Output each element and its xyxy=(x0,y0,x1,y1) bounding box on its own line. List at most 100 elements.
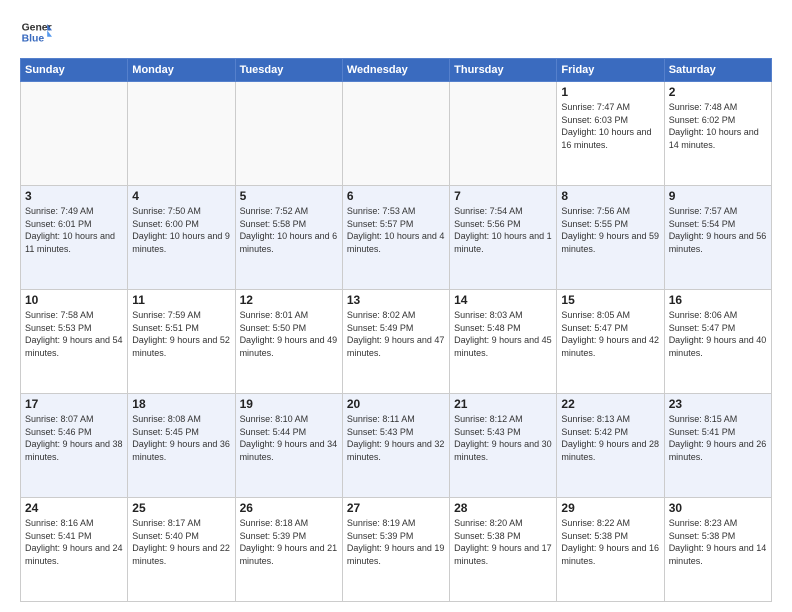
day-info: Sunrise: 8:20 AM Sunset: 5:38 PM Dayligh… xyxy=(454,517,552,567)
day-info: Sunrise: 8:06 AM Sunset: 5:47 PM Dayligh… xyxy=(669,309,767,359)
logo: General Blue xyxy=(20,16,52,48)
calendar-table: SundayMondayTuesdayWednesdayThursdayFrid… xyxy=(20,58,772,602)
week-row-1: 1 Sunrise: 7:47 AM Sunset: 6:03 PM Daylig… xyxy=(21,82,772,186)
day-info: Sunrise: 8:18 AM Sunset: 5:39 PM Dayligh… xyxy=(240,517,338,567)
day-number: 9 xyxy=(669,189,767,203)
calendar-cell: 13 Sunrise: 8:02 AM Sunset: 5:49 PM Dayli… xyxy=(342,290,449,394)
calendar-cell: 17Sunrise: 8:07 AM Sunset: 5:46 PM Dayli… xyxy=(21,394,128,498)
day-info: Sunrise: 7:58 AM Sunset: 5:53 PM Dayligh… xyxy=(25,309,123,359)
day-info: Sunrise: 8:08 AM Sunset: 5:45 PM Dayligh… xyxy=(132,413,230,463)
page: General Blue SundayMondayTuesdayWednesda… xyxy=(0,0,792,612)
header: General Blue xyxy=(20,16,772,48)
calendar-cell: 3 Sunrise: 7:49 AM Sunset: 6:01 PM Daylig… xyxy=(21,186,128,290)
calendar-cell: 21 Sunrise: 8:12 AM Sunset: 5:43 PM Dayli… xyxy=(450,394,557,498)
calendar-cell: 24 Sunrise: 8:16 AM Sunset: 5:41 PM Dayli… xyxy=(21,498,128,602)
day-info: Sunrise: 7:47 AM Sunset: 6:03 PM Dayligh… xyxy=(561,101,659,151)
logo-icon: General Blue xyxy=(20,16,52,48)
week-row-4: 17Sunrise: 8:07 AM Sunset: 5:46 PM Dayli… xyxy=(21,394,772,498)
calendar-cell: 16 Sunrise: 8:06 AM Sunset: 5:47 PM Dayli… xyxy=(664,290,771,394)
calendar-cell: 26 Sunrise: 8:18 AM Sunset: 5:39 PM Dayli… xyxy=(235,498,342,602)
day-number: 5 xyxy=(240,189,338,203)
calendar-cell: 2 Sunrise: 7:48 AM Sunset: 6:02 PM Daylig… xyxy=(664,82,771,186)
calendar-cell: 28Sunrise: 8:20 AM Sunset: 5:38 PM Dayli… xyxy=(450,498,557,602)
day-info: Sunrise: 8:16 AM Sunset: 5:41 PM Dayligh… xyxy=(25,517,123,567)
day-info: Sunrise: 7:48 AM Sunset: 6:02 PM Dayligh… xyxy=(669,101,767,151)
day-number: 16 xyxy=(669,293,767,307)
calendar-cell xyxy=(21,82,128,186)
weekday-header-row: SundayMondayTuesdayWednesdayThursdayFrid… xyxy=(21,59,772,82)
calendar-cell: 18 Sunrise: 8:08 AM Sunset: 5:45 PM Dayli… xyxy=(128,394,235,498)
day-info: Sunrise: 7:56 AM Sunset: 5:55 PM Dayligh… xyxy=(561,205,659,255)
day-number: 25 xyxy=(132,501,230,515)
calendar-cell: 25 Sunrise: 8:17 AM Sunset: 5:40 PM Dayli… xyxy=(128,498,235,602)
day-info: Sunrise: 7:49 AM Sunset: 6:01 PM Dayligh… xyxy=(25,205,123,255)
weekday-thursday: Thursday xyxy=(450,59,557,82)
day-info: Sunrise: 7:52 AM Sunset: 5:58 PM Dayligh… xyxy=(240,205,338,255)
day-number: 18 xyxy=(132,397,230,411)
weekday-monday: Monday xyxy=(128,59,235,82)
calendar-cell: 30 Sunrise: 8:23 AM Sunset: 5:38 PM Dayli… xyxy=(664,498,771,602)
day-number: 20 xyxy=(347,397,445,411)
day-number: 24 xyxy=(25,501,123,515)
day-info: Sunrise: 7:53 AM Sunset: 5:57 PM Dayligh… xyxy=(347,205,445,255)
day-number: 6 xyxy=(347,189,445,203)
calendar-cell: 20 Sunrise: 8:11 AM Sunset: 5:43 PM Dayli… xyxy=(342,394,449,498)
day-info: Sunrise: 7:54 AM Sunset: 5:56 PM Dayligh… xyxy=(454,205,552,255)
calendar-cell: 10 Sunrise: 7:58 AM Sunset: 5:53 PM Dayli… xyxy=(21,290,128,394)
calendar-cell: 11Sunrise: 7:59 AM Sunset: 5:51 PM Dayli… xyxy=(128,290,235,394)
calendar-cell: 6 Sunrise: 7:53 AM Sunset: 5:57 PM Daylig… xyxy=(342,186,449,290)
day-number: 22 xyxy=(561,397,659,411)
calendar-cell: 27 Sunrise: 8:19 AM Sunset: 5:39 PM Dayli… xyxy=(342,498,449,602)
calendar-cell: 8 Sunrise: 7:56 AM Sunset: 5:55 PM Daylig… xyxy=(557,186,664,290)
week-row-5: 24 Sunrise: 8:16 AM Sunset: 5:41 PM Dayli… xyxy=(21,498,772,602)
day-number: 8 xyxy=(561,189,659,203)
day-number: 19 xyxy=(240,397,338,411)
calendar-cell: 12Sunrise: 8:01 AM Sunset: 5:50 PM Dayli… xyxy=(235,290,342,394)
day-info: Sunrise: 8:07 AM Sunset: 5:46 PM Dayligh… xyxy=(25,413,123,463)
weekday-saturday: Saturday xyxy=(664,59,771,82)
day-number: 21 xyxy=(454,397,552,411)
day-info: Sunrise: 8:23 AM Sunset: 5:38 PM Dayligh… xyxy=(669,517,767,567)
calendar-cell: 5 Sunrise: 7:52 AM Sunset: 5:58 PM Daylig… xyxy=(235,186,342,290)
calendar-cell: 1 Sunrise: 7:47 AM Sunset: 6:03 PM Daylig… xyxy=(557,82,664,186)
day-info: Sunrise: 8:17 AM Sunset: 5:40 PM Dayligh… xyxy=(132,517,230,567)
day-number: 2 xyxy=(669,85,767,99)
calendar-cell: 23 Sunrise: 8:15 AM Sunset: 5:41 PM Dayli… xyxy=(664,394,771,498)
day-number: 10 xyxy=(25,293,123,307)
day-info: Sunrise: 8:05 AM Sunset: 5:47 PM Dayligh… xyxy=(561,309,659,359)
day-number: 11 xyxy=(132,293,230,307)
day-info: Sunrise: 8:10 AM Sunset: 5:44 PM Dayligh… xyxy=(240,413,338,463)
calendar-cell xyxy=(235,82,342,186)
calendar-cell: 4 Sunrise: 7:50 AM Sunset: 6:00 PM Daylig… xyxy=(128,186,235,290)
day-info: Sunrise: 8:01 AM Sunset: 5:50 PM Dayligh… xyxy=(240,309,338,359)
calendar-cell xyxy=(450,82,557,186)
day-number: 15 xyxy=(561,293,659,307)
day-info: Sunrise: 8:13 AM Sunset: 5:42 PM Dayligh… xyxy=(561,413,659,463)
calendar-cell xyxy=(128,82,235,186)
weekday-wednesday: Wednesday xyxy=(342,59,449,82)
day-info: Sunrise: 8:02 AM Sunset: 5:49 PM Dayligh… xyxy=(347,309,445,359)
day-number: 4 xyxy=(132,189,230,203)
day-info: Sunrise: 8:15 AM Sunset: 5:41 PM Dayligh… xyxy=(669,413,767,463)
day-number: 1 xyxy=(561,85,659,99)
day-number: 26 xyxy=(240,501,338,515)
calendar-cell: 29 Sunrise: 8:22 AM Sunset: 5:38 PM Dayli… xyxy=(557,498,664,602)
day-number: 27 xyxy=(347,501,445,515)
day-number: 3 xyxy=(25,189,123,203)
day-number: 29 xyxy=(561,501,659,515)
day-info: Sunrise: 8:22 AM Sunset: 5:38 PM Dayligh… xyxy=(561,517,659,567)
day-info: Sunrise: 7:50 AM Sunset: 6:00 PM Dayligh… xyxy=(132,205,230,255)
day-number: 23 xyxy=(669,397,767,411)
day-info: Sunrise: 8:12 AM Sunset: 5:43 PM Dayligh… xyxy=(454,413,552,463)
day-number: 14 xyxy=(454,293,552,307)
day-info: Sunrise: 8:19 AM Sunset: 5:39 PM Dayligh… xyxy=(347,517,445,567)
day-info: Sunrise: 8:11 AM Sunset: 5:43 PM Dayligh… xyxy=(347,413,445,463)
day-number: 13 xyxy=(347,293,445,307)
calendar-cell: 9Sunrise: 7:57 AM Sunset: 5:54 PM Daylig… xyxy=(664,186,771,290)
weekday-tuesday: Tuesday xyxy=(235,59,342,82)
calendar-cell: 15 Sunrise: 8:05 AM Sunset: 5:47 PM Dayli… xyxy=(557,290,664,394)
day-info: Sunrise: 8:03 AM Sunset: 5:48 PM Dayligh… xyxy=(454,309,552,359)
week-row-3: 10 Sunrise: 7:58 AM Sunset: 5:53 PM Dayli… xyxy=(21,290,772,394)
day-number: 30 xyxy=(669,501,767,515)
day-number: 7 xyxy=(454,189,552,203)
